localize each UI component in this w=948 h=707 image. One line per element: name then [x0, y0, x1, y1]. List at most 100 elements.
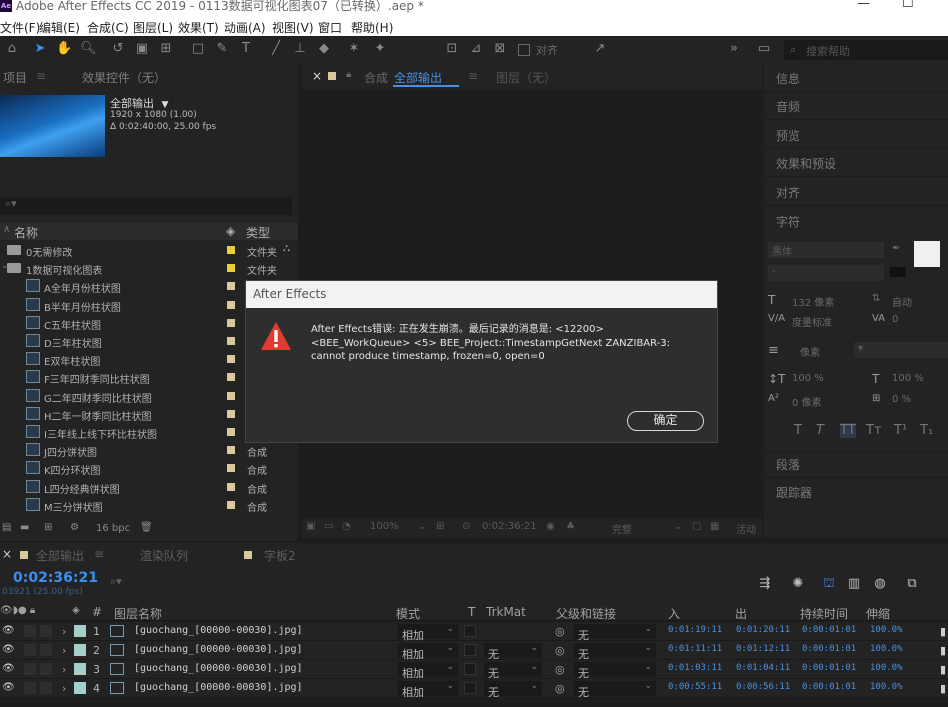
vertical-scale-field[interactable]: 100 % [792, 373, 824, 384]
rectangle-tool-icon[interactable]: □ [190, 41, 206, 57]
type-tool-icon[interactable]: T [238, 41, 254, 57]
solo-switch[interactable] [40, 663, 52, 675]
local-axis-icon[interactable]: ⊡ [444, 41, 460, 57]
label-color-swatch[interactable] [227, 446, 235, 455]
zoom-tool-icon[interactable]: 🔍︎ [80, 41, 97, 57]
motion-blur-icon[interactable]: ◍ [872, 576, 888, 592]
baseline-shift-field[interactable]: 0 像素 [792, 394, 822, 409]
resolution-select[interactable]: 完整 [612, 521, 632, 536]
pen-tool-icon[interactable]: ✎ [214, 41, 230, 57]
track-matte-select[interactable]: 无 ⌄ [484, 643, 542, 661]
camera-tool-icon[interactable]: ▣ [134, 41, 150, 57]
horizontal-scale-field[interactable]: 100 % [892, 373, 924, 384]
tab-timeline-comp[interactable]: 全部输出 [36, 547, 84, 564]
comp-mini-flowchart-icon[interactable]: ⇶ [757, 576, 773, 592]
duration[interactable]: 0:00:01:01 [802, 625, 856, 635]
black-swatch[interactable] [890, 267, 906, 277]
rotate-tool-icon[interactable]: ↺ [110, 41, 126, 57]
track-matte-select[interactable]: 无 ⌄ [484, 681, 542, 699]
blend-mode-select[interactable]: 相加 ⌄ [398, 643, 458, 661]
transparency-grid-icon[interactable]: ▦ [710, 521, 719, 532]
project-comp-row[interactable]: J四分饼状图 合成 [0, 441, 298, 459]
project-comp-row[interactable]: M三分饼状图 合成 [0, 496, 298, 514]
duration[interactable]: 0:00:01:01 [802, 644, 856, 654]
roi-icon[interactable]: ▢ [692, 521, 701, 532]
delete-icon[interactable]: 🗑︎ [140, 522, 153, 533]
in-point[interactable]: 0:01:19:11 [668, 625, 722, 635]
superscript-icon[interactable]: T¹ [894, 423, 907, 438]
snap-icon[interactable]: ↗ [592, 41, 608, 57]
menu-animation[interactable]: 动画(A) [224, 19, 266, 36]
layer-search-input[interactable]: ⌕▾ [110, 575, 230, 593]
stretch[interactable]: 100.0% [870, 625, 903, 635]
label-color-swatch[interactable] [227, 373, 235, 382]
layer-name[interactable]: [guochang_[00000-00030].jpg] [134, 682, 303, 693]
draft-3d-icon[interactable]: ✺ [790, 576, 806, 592]
column-out[interactable]: 出 [735, 605, 747, 622]
shy-layers-icon[interactable]: ⛫ [821, 576, 837, 592]
duration[interactable]: 0:00:01:01 [802, 663, 856, 673]
align-checkbox[interactable] [518, 44, 530, 56]
column-layer-name[interactable]: 图层名称 [114, 605, 162, 622]
current-time[interactable]: 0:02:36:21 [13, 570, 98, 586]
graph-editor-icon[interactable]: ⧉ [904, 576, 920, 592]
label-column-icon[interactable]: ◈ [226, 224, 235, 238]
layer-row[interactable]: 👁︎ › 1 [guochang_[00000-00030].jpg] 相加 ⌄ ◎ 无 ⌄ 0:… [0, 622, 948, 642]
out-point[interactable]: 0:01:04:11 [736, 663, 790, 673]
display-icon[interactable]: ▭ [324, 521, 333, 532]
stretch[interactable]: 100.0% [870, 663, 903, 673]
audio-switch[interactable] [24, 682, 36, 694]
menu-layer[interactable]: 图层(L) [133, 19, 173, 36]
visibility-eye-icon[interactable]: 👁︎ [2, 663, 15, 674]
label-color-swatch[interactable] [227, 500, 235, 509]
expand-icon[interactable]: » [726, 41, 742, 57]
selection-tool-icon[interactable]: ➤ [32, 41, 48, 57]
panel-align[interactable]: 对齐 [776, 184, 800, 201]
menu-composition[interactable]: 合成(C) [87, 19, 129, 36]
panel-paragraph[interactable]: 段落 [776, 456, 800, 473]
layer-row[interactable]: 👁︎ › 3 [guochang_[00000-00030].jpg] 相加 ⌄ 无 ⌄ ◎ 无 ⌄… [0, 660, 948, 680]
tab-render-queue[interactable]: 渲染队列 [140, 547, 188, 564]
zoom-caret-icon[interactable]: ⌄ [418, 521, 426, 532]
roto-brush-tool-icon[interactable]: ✶ [346, 41, 362, 57]
pick-whip-icon[interactable]: ◎ [555, 625, 565, 638]
layer-row[interactable]: 👁︎ › 2 [guochang_[00000-00030].jpg] 相加 ⌄ 无 ⌄ ◎ 无 ⌄… [0, 641, 948, 661]
font-style-select[interactable]: - [768, 265, 884, 281]
project-comp-row[interactable]: K四分环状图 合成 [0, 459, 298, 477]
hand-tool-icon[interactable]: ✋ [56, 41, 72, 57]
label-color-swatch[interactable] [227, 391, 235, 400]
panel-preview[interactable]: 预览 [776, 127, 800, 144]
sort-icon[interactable]: ∧ [3, 224, 10, 235]
column-mode[interactable]: 模式 [396, 605, 420, 622]
blend-mode-select[interactable]: 相加 ⌄ [398, 624, 458, 642]
small-caps-icon[interactable]: Tт [866, 423, 882, 438]
interpret-footage-icon[interactable]: ▤ [2, 522, 11, 533]
project-search-input[interactable]: ⌕▾ [0, 197, 292, 215]
solo-switch[interactable] [40, 682, 52, 694]
solo-switch[interactable] [40, 644, 52, 656]
layer-row[interactable]: 👁︎ › 4 [guochang_[00000-00030].jpg] 相加 ⌄ 无 ⌄ ◎ 无 ⌄… [0, 679, 948, 699]
new-comp-icon[interactable]: ⊞ [44, 522, 52, 533]
audio-switch[interactable] [24, 644, 36, 656]
channel-icon[interactable]: ♣ [566, 521, 575, 532]
layer-label-swatch[interactable] [74, 625, 86, 637]
stretch[interactable]: 100.0% [870, 644, 903, 654]
solo-switch[interactable] [40, 625, 52, 637]
eyedropper-icon[interactable]: ✒ [892, 243, 900, 254]
label-color-swatch[interactable] [227, 464, 235, 473]
font-family-select[interactable]: 黑体 [768, 242, 884, 258]
close-icon[interactable]: × [312, 69, 322, 83]
column-trkmat[interactable]: TrkMat [486, 605, 526, 619]
label-color-swatch[interactable] [227, 264, 235, 273]
home-icon[interactable]: ⌂ [4, 41, 20, 57]
panel-effects-presets[interactable]: 效果和预设 [776, 155, 836, 172]
tab-layer[interactable]: 图层（无） [496, 69, 556, 86]
layer-label-swatch[interactable] [74, 663, 86, 675]
label-color-swatch[interactable] [227, 482, 235, 491]
font-size-field[interactable]: 132 像素 [792, 294, 834, 309]
column-parent[interactable]: 父级和链接 [556, 605, 616, 622]
preserve-transparency-checkbox[interactable] [464, 663, 476, 675]
camera-select[interactable]: 活动 [736, 521, 756, 536]
expand-layer-icon[interactable]: › [62, 644, 66, 657]
flowchart-icon[interactable]: ⛬ [283, 243, 290, 254]
